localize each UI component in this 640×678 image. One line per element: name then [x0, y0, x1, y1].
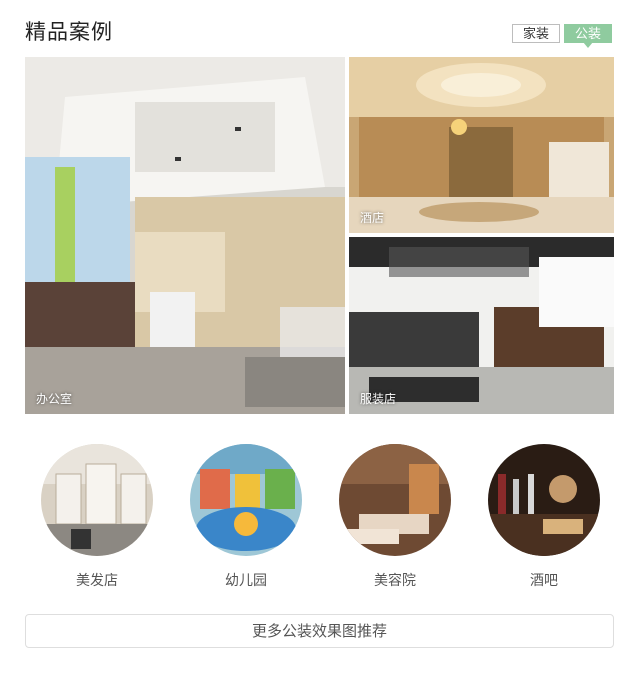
- tab-public-decoration[interactable]: 公装: [564, 24, 612, 48]
- hotel-caption: 酒店: [360, 211, 385, 225]
- beauty-salon-illustration: [339, 444, 451, 556]
- hotel-case-image[interactable]: 酒店: [349, 57, 614, 233]
- office-illustration: [25, 57, 345, 414]
- section-title: 精品案例: [25, 20, 113, 44]
- bar-thumbnail: [488, 444, 600, 556]
- kindergarten-thumbnail: [190, 444, 302, 556]
- hotel-illustration: [349, 57, 614, 233]
- clothing-store-caption: 服装店: [360, 392, 397, 406]
- category-tabs: 家装 公装: [512, 24, 612, 48]
- clothing-store-illustration: [349, 237, 614, 414]
- bar-illustration: [488, 444, 600, 556]
- clothing-store-case-image[interactable]: 服装店: [349, 237, 614, 414]
- category-bar[interactable]: 酒吧: [488, 444, 600, 590]
- office-caption: 办公室: [36, 392, 73, 406]
- kindergarten-illustration: [190, 444, 302, 556]
- beauty-salon-label: 美容院: [374, 573, 416, 589]
- hair-salon-label: 美发店: [76, 573, 118, 589]
- category-beauty-salon[interactable]: 美容院: [339, 444, 451, 590]
- hair-salon-illustration: [41, 444, 153, 556]
- more-public-designs-button[interactable]: 更多公装效果图推荐: [25, 614, 614, 648]
- category-kindergarten[interactable]: 幼儿园: [190, 444, 302, 590]
- category-hair-salon[interactable]: 美发店: [41, 444, 153, 590]
- kindergarten-label: 幼儿园: [225, 573, 267, 589]
- bar-label: 酒吧: [530, 573, 558, 589]
- office-case-image[interactable]: 办公室: [25, 57, 345, 414]
- beauty-salon-thumbnail: [339, 444, 451, 556]
- hair-salon-thumbnail: [41, 444, 153, 556]
- tab-home-decoration[interactable]: 家装: [512, 24, 560, 43]
